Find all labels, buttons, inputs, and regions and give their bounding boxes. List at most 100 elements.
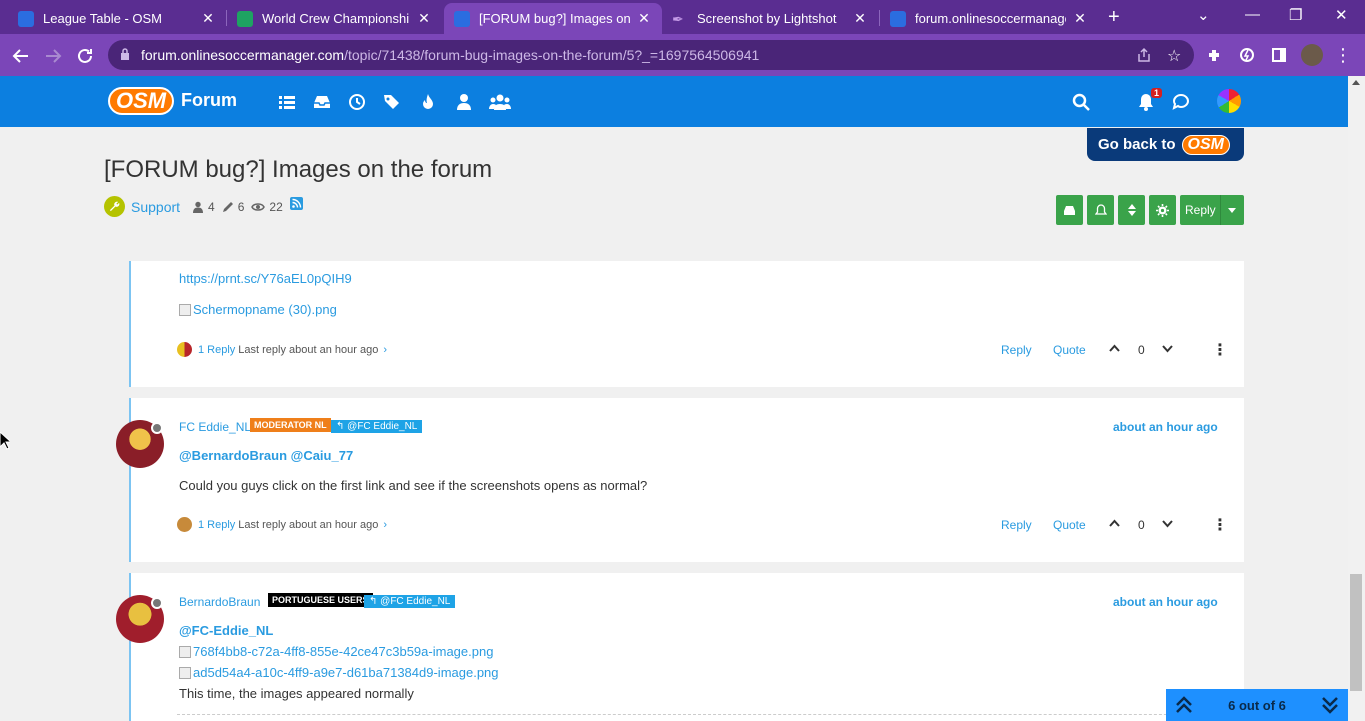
reply-to-text: @FC Eddie_NL (347, 421, 418, 432)
double-chevron-up-icon[interactable] (1174, 695, 1194, 715)
tab-search-icon[interactable]: ⌄ (1197, 6, 1210, 24)
post-mentions[interactable]: @BernardoBraun @Caiu_77 (179, 448, 353, 463)
downvote-icon[interactable] (1162, 520, 1173, 528)
chevron-right-icon[interactable]: › (383, 344, 387, 356)
reply-to-badge[interactable]: ↰ @FC Eddie_NL (331, 420, 423, 433)
post-card: https://prnt.sc/Y76aEL0pQIH9 Schermopnam… (129, 261, 1244, 387)
favicon-icon (18, 10, 34, 27)
bookmark-star-icon[interactable]: ☆ (1167, 46, 1181, 66)
popular-fire-icon[interactable] (419, 93, 437, 111)
lock-icon (120, 48, 130, 61)
quote-action[interactable]: Quote (1053, 518, 1086, 532)
browser-tab[interactable]: forum.onlinesoccermanager. ✕ (880, 3, 1098, 34)
browser-tab[interactable]: ✒ Screenshot by Lightshot ✕ (662, 3, 878, 34)
close-icon[interactable]: ✕ (852, 10, 868, 27)
new-tab-icon[interactable]: + (1108, 6, 1120, 29)
reload-icon[interactable] (73, 44, 97, 68)
reply-to-text: @FC Eddie_NL (380, 596, 451, 607)
post-link[interactable]: https://prnt.sc/Y76aEL0pQIH9 (179, 271, 352, 286)
osm-logo[interactable]: OSM (108, 87, 175, 115)
browser-tab[interactable]: League Table - OSM ✕ (8, 3, 226, 34)
topic-meta: Support 4 6 22 (104, 196, 303, 217)
tags-icon[interactable] (383, 93, 401, 111)
views-count: 22 (269, 199, 283, 214)
close-window-icon[interactable]: ✕ (1335, 6, 1348, 24)
back-icon[interactable] (9, 44, 33, 68)
watch-button[interactable] (1087, 195, 1114, 225)
scroll-up-icon[interactable] (1352, 80, 1360, 85)
tab-title: Screenshot by Lightshot (697, 11, 837, 26)
osm-mini-logo: OSM (1181, 134, 1230, 155)
forward-icon[interactable] (41, 44, 65, 68)
post-menu-icon[interactable]: ⋮ (1212, 340, 1228, 360)
broken-image[interactable]: 768f4bb8-c72a-4ff8-855e-42ce47c3b59a-ima… (179, 644, 493, 659)
search-icon[interactable] (1072, 93, 1090, 111)
sort-button[interactable] (1118, 195, 1145, 225)
reply-to-badge[interactable]: ↰ @FC Eddie_NL (364, 595, 456, 608)
lightshot-extension-icon[interactable] (1237, 45, 1257, 65)
replies-link[interactable]: 1 Reply (198, 519, 235, 531)
reply-button-label: Reply (1185, 203, 1216, 217)
reply-button[interactable]: Reply (1180, 195, 1244, 225)
restore-icon[interactable]: ❐ (1289, 6, 1302, 24)
author-name[interactable]: BernardoBraun (179, 595, 260, 609)
extensions-icon[interactable] (1205, 45, 1225, 65)
menu-kebab-icon[interactable]: ⋮ (1333, 45, 1353, 65)
author-name[interactable]: FC Eddie_NL (179, 420, 251, 434)
chat-icon[interactable] (1172, 93, 1190, 111)
inbox-icon[interactable] (313, 93, 331, 111)
mark-unread-button[interactable] (1056, 195, 1083, 225)
go-back-to-osm-button[interactable]: Go back to OSM (1087, 128, 1244, 161)
browser-tab-active[interactable]: [FORUM bug?] Images on th ✕ (444, 3, 662, 34)
side-panel-icon[interactable] (1269, 45, 1289, 65)
forum-header: OSM Forum 1 (0, 76, 1348, 127)
share-icon[interactable] (1136, 47, 1152, 63)
close-icon[interactable]: ✕ (200, 10, 216, 27)
post-timestamp[interactable]: about an hour ago (1113, 420, 1218, 434)
double-chevron-down-icon[interactable] (1320, 695, 1340, 715)
group-badge[interactable]: MODERATOR NL (250, 418, 331, 432)
gear-icon (1156, 203, 1169, 217)
close-icon[interactable]: ✕ (1072, 10, 1088, 27)
broken-image[interactable]: Schermopname (30).png (179, 302, 337, 317)
categories-list-icon[interactable] (278, 93, 296, 111)
minimize-icon[interactable]: — (1245, 6, 1260, 23)
recent-clock-icon[interactable] (348, 93, 366, 111)
browser-tab[interactable]: World Crew Championship 2 ✕ (227, 3, 442, 34)
pencil-icon (222, 201, 233, 212)
close-icon[interactable]: ✕ (416, 10, 432, 27)
post-menu-icon[interactable]: ⋮ (1212, 515, 1228, 535)
rss-icon[interactable] (289, 197, 303, 210)
user-icon[interactable] (455, 93, 473, 111)
tab-title: World Crew Championship 2 (262, 11, 410, 26)
close-icon[interactable]: ✕ (636, 10, 652, 27)
downvote-icon[interactable] (1162, 345, 1173, 353)
chevron-right-icon[interactable]: › (383, 519, 387, 531)
quote-action[interactable]: Quote (1053, 343, 1086, 357)
reply-action[interactable]: Reply (1001, 518, 1032, 532)
tab-title: [FORUM bug?] Images on th (479, 11, 630, 26)
caret-down-icon[interactable] (1228, 208, 1236, 213)
pagination-bar[interactable]: 6 out of 6 (1166, 689, 1348, 721)
category-link[interactable]: Support (131, 199, 180, 215)
group-badge[interactable]: PORTUGUESE USERS (268, 593, 373, 607)
groups-icon[interactable] (489, 93, 511, 111)
url-host: forum.onlinesoccermanager.com (141, 47, 345, 63)
address-bar[interactable]: forum.onlinesoccermanager.com/topic/7143… (108, 40, 1194, 70)
views-stat: 22 (251, 199, 283, 214)
upvote-icon[interactable] (1109, 344, 1120, 352)
forum-title[interactable]: Forum (181, 90, 237, 111)
replies-link[interactable]: 1 Reply (198, 344, 235, 356)
profile-avatar[interactable] (1301, 44, 1323, 66)
page-scrollbar-thumb[interactable] (1350, 574, 1362, 691)
broken-image[interactable]: ad5d54a4-a10c-4ff9-a9e7-d61ba71384d9-ima… (179, 665, 499, 680)
favicon-icon (237, 10, 253, 27)
eye-icon (251, 202, 266, 211)
tools-button[interactable] (1149, 195, 1176, 225)
reply-action[interactable]: Reply (1001, 343, 1032, 357)
image-alt-text: 768f4bb8-c72a-4ff8-855e-42ce47c3b59a-ima… (193, 644, 494, 659)
post-mentions[interactable]: @FC-Eddie_NL (179, 623, 273, 638)
upvote-icon[interactable] (1109, 519, 1120, 527)
post-timestamp[interactable]: about an hour ago (1113, 595, 1218, 609)
user-avatar-menu[interactable] (1217, 89, 1241, 113)
